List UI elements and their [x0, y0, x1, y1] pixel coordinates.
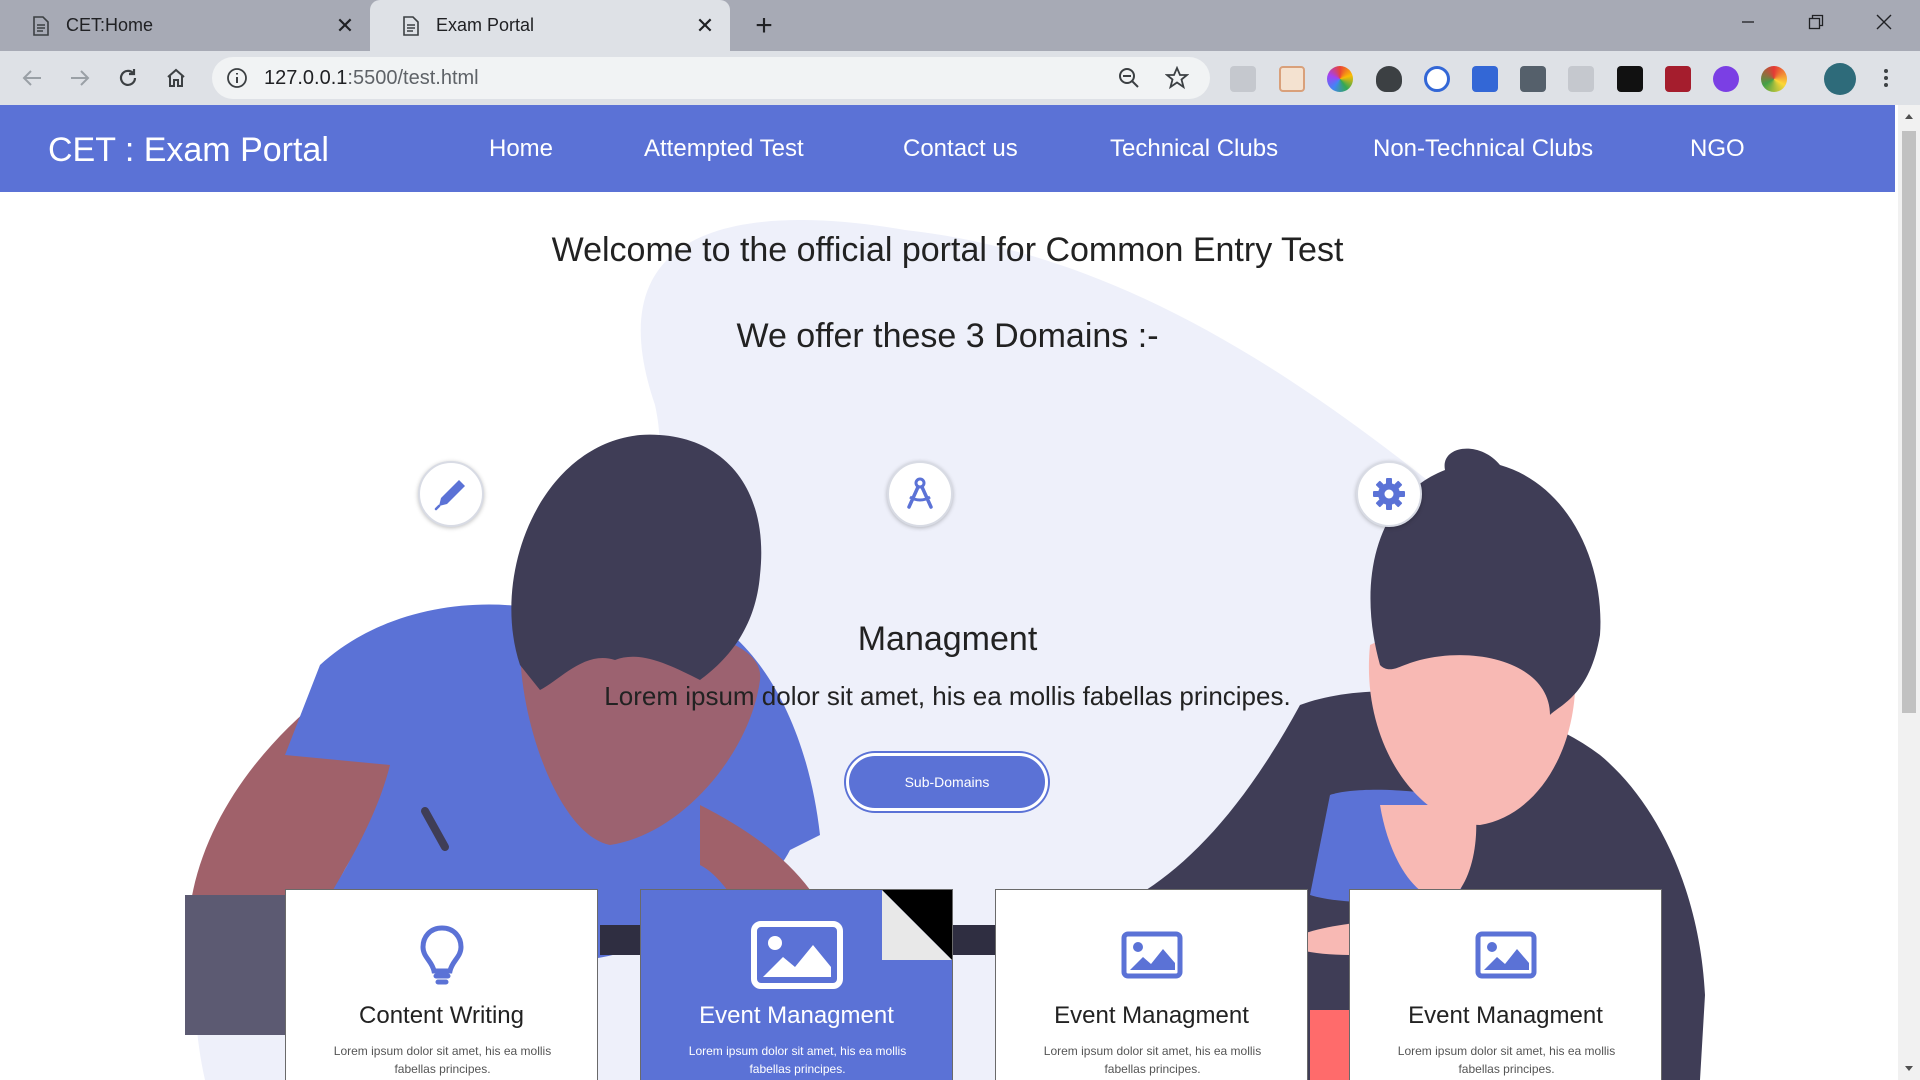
domains-title: We offer these 3 Domains :- [736, 317, 1159, 355]
document-icon [403, 15, 419, 36]
scroll-down-icon[interactable] [1898, 1060, 1920, 1078]
domain-management-button[interactable] [1356, 461, 1422, 527]
profile-avatar[interactable] [1824, 63, 1856, 95]
desk-left [185, 895, 285, 1035]
address-bar[interactable]: 127.0.0.1:5500/test.html [212, 57, 1210, 99]
color-wheel-icon[interactable] [1327, 66, 1353, 92]
home-icon [167, 68, 185, 87]
forward-arrow-icon [71, 70, 90, 86]
nav-ngo[interactable]: NGO [1690, 135, 1745, 163]
domain-design-button[interactable] [887, 461, 953, 527]
close-window-button[interactable] [1850, 0, 1918, 44]
minimize-icon [1742, 21, 1754, 23]
image-icon [641, 921, 952, 989]
info-icon [227, 68, 247, 88]
close-icon [1876, 14, 1892, 30]
nav-technical-clubs[interactable]: Technical Clubs [1110, 135, 1278, 163]
nav-attempted-test[interactable]: Attempted Test [644, 135, 804, 163]
site-navbar: CET : Exam Portal Home Attempted Test Co… [0, 105, 1895, 192]
browser-tab-exam-portal[interactable]: Exam Portal ✕ [370, 0, 730, 51]
card-title: Content Writing [359, 1002, 524, 1029]
compass-icon [907, 477, 933, 509]
site-brand[interactable]: CET : Exam Portal [48, 131, 329, 170]
card-title: Event Managment [699, 1002, 894, 1029]
tab-title: CET:Home [66, 15, 154, 35]
close-tab-icon[interactable]: ✕ [334, 13, 356, 38]
nav-contact-us[interactable]: Contact us [903, 135, 1018, 163]
extension-icon[interactable] [1230, 66, 1256, 92]
card-event-management[interactable]: Event Managment Lorem ipsum dolor sit am… [1349, 889, 1662, 1080]
reload-button[interactable] [110, 60, 146, 96]
extension-icon[interactable] [1424, 66, 1450, 92]
extension-d-icon[interactable] [1472, 66, 1498, 92]
pen-icon [434, 480, 465, 511]
url-text: 127.0.0.1:5500/test.html [264, 67, 1114, 90]
sub-domains-button[interactable]: Sub-Domains [846, 753, 1048, 811]
back-button[interactable] [14, 60, 50, 96]
page-viewport: CET : Exam Portal Home Attempted Test Co… [0, 105, 1898, 1080]
nav-home[interactable]: Home [489, 135, 553, 163]
card-event-management[interactable]: Event Managment Lorem ipsum dolor sit am… [995, 889, 1308, 1080]
image-icon [996, 922, 1307, 988]
lightbulb-icon [286, 922, 597, 988]
back-arrow-icon [22, 70, 41, 86]
card-description: Lorem ipsum dolor sit amet, his ea molli… [688, 1044, 907, 1076]
menu-button[interactable] [1868, 60, 1904, 96]
welcome-heading: Welcome to the official portal for Commo… [551, 231, 1344, 269]
facebook-icon[interactable] [1520, 66, 1546, 92]
card-event-management-active[interactable]: Event Managment Lorem ipsum dolor sit am… [640, 889, 953, 1080]
scroll-up-icon[interactable] [1898, 107, 1920, 125]
page-scrollbar[interactable] [1898, 105, 1920, 1080]
url-host: 127.0.0.1 [264, 66, 348, 89]
red-object [1310, 1010, 1350, 1080]
tab-title: Exam Portal [436, 15, 535, 35]
restore-button[interactable] [1782, 0, 1850, 44]
card-description: Lorem ipsum dolor sit amet, his ea molli… [1397, 1044, 1616, 1076]
browser-tab-cet-home[interactable]: CET:Home ✕ [0, 0, 370, 51]
domain-description: Lorem ipsum dolor sit amet, his ea molli… [604, 681, 1291, 711]
browser-toolbar: 127.0.0.1:5500/test.html [0, 51, 1920, 105]
extension-icon[interactable] [1568, 66, 1594, 92]
domain-heading: Managment [857, 620, 1038, 658]
bookmark-star-icon[interactable] [1162, 63, 1192, 93]
extension-icon[interactable] [1713, 66, 1739, 92]
domain-writing-button[interactable] [418, 461, 484, 527]
nav-non-technical-clubs[interactable]: Non-Technical Clubs [1373, 135, 1593, 163]
kebab-menu-icon [1884, 69, 1888, 87]
card-title: Event Managment [1054, 1002, 1249, 1029]
home-button[interactable] [158, 60, 194, 96]
card-title: Event Managment [1408, 1002, 1603, 1029]
card-description: Lorem ipsum dolor sit amet, his ea molli… [333, 1044, 552, 1076]
scrollbar-thumb[interactable] [1902, 131, 1916, 713]
minimize-button[interactable] [1714, 0, 1782, 44]
close-tab-icon[interactable]: ✕ [694, 13, 716, 38]
card-content-writing[interactable]: Content Writing Lorem ipsum dolor sit am… [285, 889, 598, 1080]
extension-icon[interactable] [1665, 66, 1691, 92]
extension-icon[interactable] [1376, 66, 1402, 92]
extension-icon[interactable] [1279, 66, 1305, 92]
restore-icon [1808, 14, 1824, 30]
forward-button[interactable] [62, 60, 98, 96]
new-tab-button[interactable]: + [748, 9, 780, 42]
image-icon [1350, 922, 1661, 988]
url-path: :5500/test.html [347, 66, 479, 89]
browser-tab-strip: CET:Home ✕ Exam Portal ✕ + [0, 0, 1920, 51]
gear-icon [1373, 478, 1405, 510]
extension-icon[interactable] [1617, 66, 1643, 92]
reload-icon [119, 69, 137, 86]
document-icon [33, 15, 49, 36]
card-description: Lorem ipsum dolor sit amet, his ea molli… [1043, 1044, 1262, 1076]
zoom-icon[interactable] [1114, 63, 1144, 93]
extension-icon[interactable] [1761, 66, 1787, 92]
